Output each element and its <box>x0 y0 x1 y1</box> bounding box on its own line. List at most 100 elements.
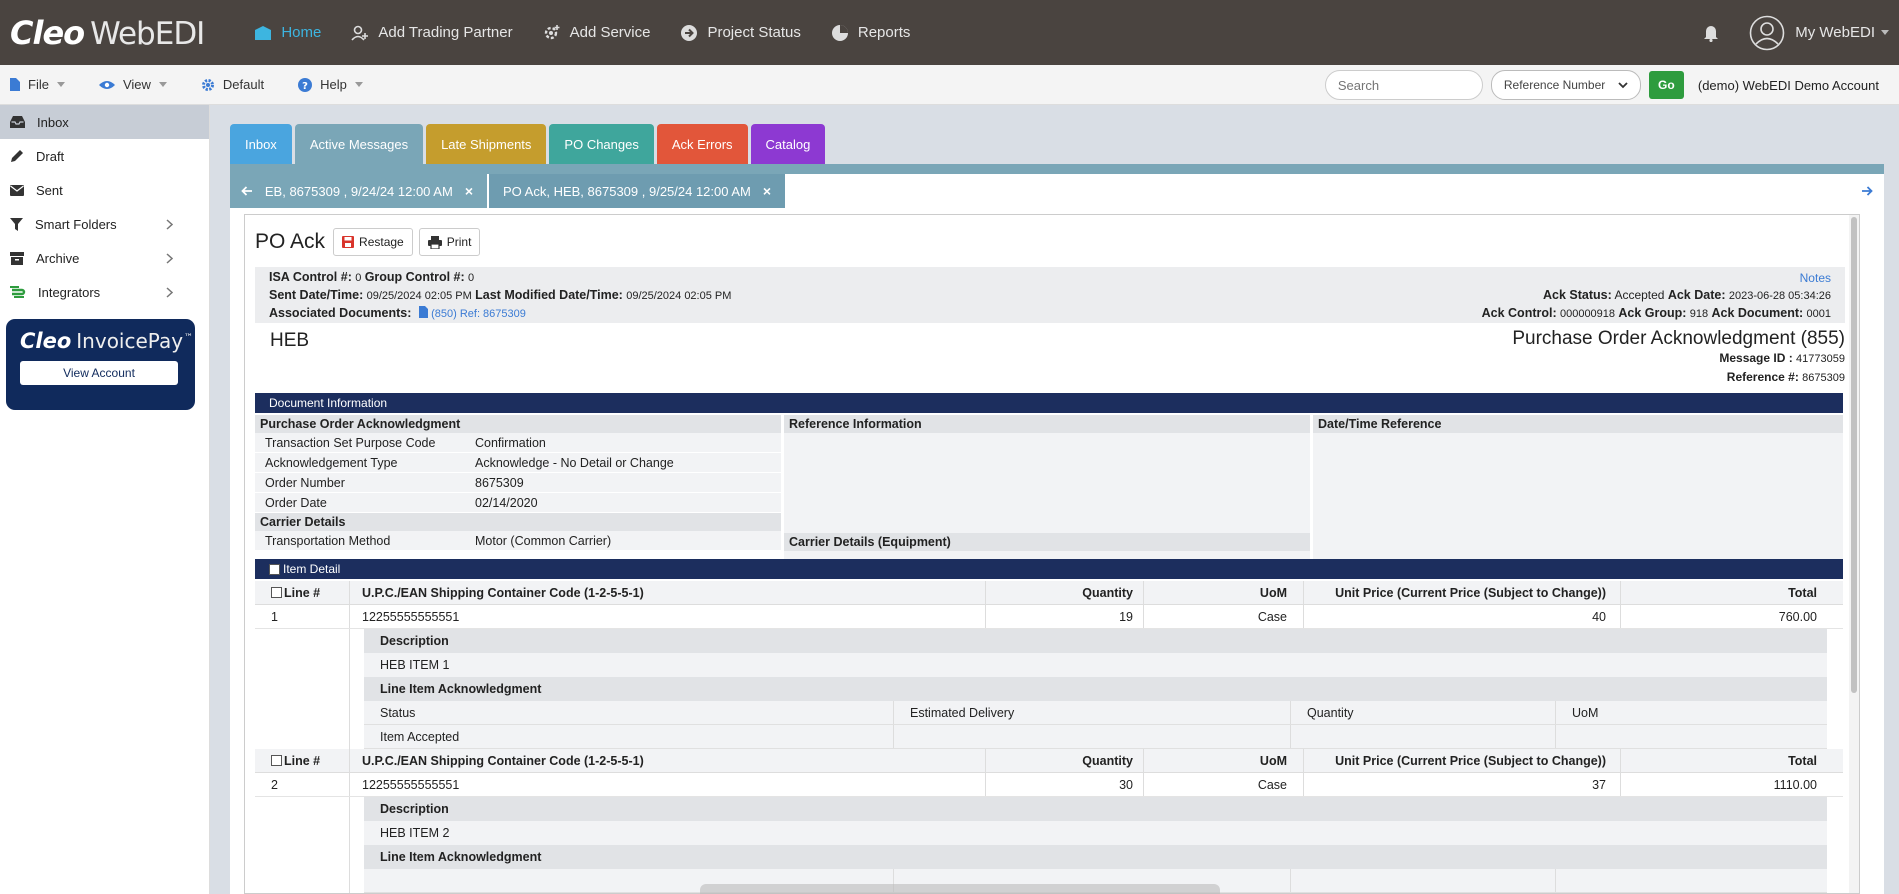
unit-price-column-header: Unit Price (Current Price (Subject to Ch… <box>1304 581 1621 604</box>
home-icon <box>255 25 272 40</box>
field-label: Acknowledgement Type <box>265 455 398 470</box>
associated-docs: Associated Documents: (850) Ref: 8675309 <box>269 306 526 320</box>
sidebar-item-integrators[interactable]: Integrators <box>0 275 209 309</box>
pie-chart-icon <box>831 24 848 41</box>
subdetail-spacer <box>255 629 350 749</box>
upc-column-header: U.P.C./EAN Shipping Container Code (1-2-… <box>350 581 986 604</box>
help-menu[interactable]: ? Help <box>298 77 363 92</box>
nav-home[interactable]: Home <box>254 24 321 41</box>
sidebar-item-smart-folders[interactable]: Smart Folders <box>0 207 209 241</box>
document-tab-active[interactable]: PO Ack, HEB, 8675309 , 9/25/24 12:00 AM … <box>489 174 786 208</box>
search-input[interactable] <box>1324 70 1483 100</box>
file-menu[interactable]: File <box>10 77 65 92</box>
sidebar-item-sent[interactable]: Sent <box>0 173 209 207</box>
tab-late-shipments[interactable]: Late Shipments <box>426 124 547 164</box>
close-icon[interactable]: × <box>763 183 771 199</box>
nav-add-trading-partner[interactable]: Add Trading Partner <box>351 24 513 41</box>
pencil-icon <box>11 150 23 162</box>
document-header: PO Ack Restage Print <box>255 228 486 256</box>
item-header-row: Line # U.P.C./EAN Shipping Container Cod… <box>255 749 1843 773</box>
ack-status-value: Item Accepted <box>364 725 894 748</box>
description-value: HEB ITEM 1 <box>364 653 1827 677</box>
reference-information-heading: Reference Information <box>784 415 1310 433</box>
scrollbar-thumb[interactable] <box>1851 217 1857 693</box>
ack-uom-column: UoM <box>1572 705 1599 720</box>
scroll-tabs-left[interactable] <box>230 174 264 208</box>
nav-reports[interactable]: Reports <box>831 24 910 42</box>
document-tab-label: PO Ack, HEB, 8675309 , 9/25/24 12:00 AM <box>503 183 751 199</box>
document-tab[interactable]: HEB, 8675309 , 9/24/24 12:00 AM × <box>264 174 487 208</box>
notes-link[interactable]: Notes <box>1800 271 1831 285</box>
line-item-ack-header-row: Status Estimated Delivery Quantity UoM <box>364 701 1827 725</box>
close-icon[interactable]: × <box>465 183 473 199</box>
field-value: Acknowledge - No Detail or Change <box>475 455 674 470</box>
modified-value: 09/25/2024 02:05 PM <box>626 290 732 302</box>
line-number: 2 <box>255 773 350 796</box>
bell-icon[interactable] <box>1703 24 1719 42</box>
user-plus-icon <box>351 25 369 41</box>
total-value: 1110.00 <box>1773 777 1817 792</box>
assoc-label: Associated Documents: <box>269 306 412 320</box>
unit-price-value: 37 <box>1304 773 1621 796</box>
chevron-down-icon <box>56 82 65 87</box>
top-navigation-bar: Cleo WebEDI Home Add Trading Partner Add… <box>0 0 1899 65</box>
field-value: Confirmation <box>475 435 546 450</box>
notification-toast <box>700 884 1220 894</box>
field-label: Transportation Method <box>265 533 391 548</box>
line-checkbox[interactable] <box>271 587 282 598</box>
document-tab-label: HEB, 8675309 , 9/24/24 12:00 AM <box>264 183 453 199</box>
tab-inbox[interactable]: Inbox <box>230 124 292 164</box>
ack-quantity-column <box>1291 869 1556 892</box>
upc-value: 12255555555551 <box>350 773 986 796</box>
description-heading: Description <box>364 797 1827 821</box>
user-menu[interactable]: My WebEDI <box>1749 15 1889 51</box>
total-column-header: Total <box>1788 753 1817 768</box>
print-label: Print <box>446 235 472 249</box>
tab-active-messages[interactable]: Active Messages <box>294 124 424 164</box>
date-time-body <box>1313 433 1843 571</box>
sidebar-item-label: Integrators <box>38 284 101 300</box>
chevron-down-icon <box>158 82 167 87</box>
document-scrollbar[interactable] <box>1849 215 1859 893</box>
reference-value: 8675309 <box>1802 372 1845 384</box>
sidebar-item-draft[interactable]: Draft <box>0 139 209 173</box>
ack-quantity-value <box>1291 725 1556 748</box>
item-subdetail: Description HEB ITEM 2 Line Item Acknowl… <box>255 797 1843 893</box>
scroll-tabs-right[interactable] <box>1850 174 1884 208</box>
reference-type-select[interactable]: Reference Number <box>1490 70 1641 100</box>
field-value: Motor (Common Carrier) <box>475 533 612 548</box>
restage-button[interactable]: Restage <box>333 228 413 256</box>
ack-uom-value <box>1556 725 1827 748</box>
svg-text:?: ? <box>302 81 308 92</box>
tab-catalog[interactable]: Catalog <box>750 124 826 164</box>
nav-add-service[interactable]: Add Service <box>543 24 650 42</box>
menu-bar: File View Default ? Help Reference Numbe… <box>0 65 1899 105</box>
sidebar-item-inbox[interactable]: Inbox <box>0 105 209 139</box>
quantity-column-header: Quantity <box>986 749 1144 772</box>
carrier-equipment-heading: Carrier Details (Equipment) <box>784 533 1310 551</box>
cleo-webedi-logo[interactable]: Cleo WebEDI <box>10 14 205 52</box>
user-avatar-icon <box>1749 15 1785 50</box>
sidebar-item-archive[interactable]: Archive <box>0 241 209 275</box>
tab-ack-errors[interactable]: Ack Errors <box>656 124 748 164</box>
item-detail-title: Item Detail <box>283 562 341 576</box>
sidebar-item-label: Sent <box>36 182 63 198</box>
line-checkbox[interactable] <box>271 755 282 766</box>
description-heading: Description <box>364 629 1827 653</box>
view-menu[interactable]: View <box>98 77 167 92</box>
view-account-button[interactable]: View Account <box>20 361 178 385</box>
item-detail-checkbox[interactable] <box>269 563 280 575</box>
filter-icon <box>10 217 23 231</box>
print-button[interactable]: Print <box>418 228 481 256</box>
isa-label: ISA Control #: <box>269 270 352 284</box>
tab-po-changes[interactable]: PO Changes <box>549 124 654 164</box>
ack-status-line: Ack Status: Accepted Ack Date: 2023-06-2… <box>1543 288 1831 302</box>
go-button[interactable]: Go <box>1648 71 1684 99</box>
reference-type-value: Reference Number <box>1503 78 1606 92</box>
nav-project-status[interactable]: Project Status <box>680 24 801 42</box>
message-id: Message ID : 41773059 <box>1719 351 1845 365</box>
default-menu[interactable]: Default <box>201 77 264 92</box>
quantity-column-header: Quantity <box>986 581 1144 604</box>
associated-doc-link[interactable]: (850) Ref: 8675309 <box>431 308 526 320</box>
ack-control-value: 000000918 <box>1559 308 1616 320</box>
